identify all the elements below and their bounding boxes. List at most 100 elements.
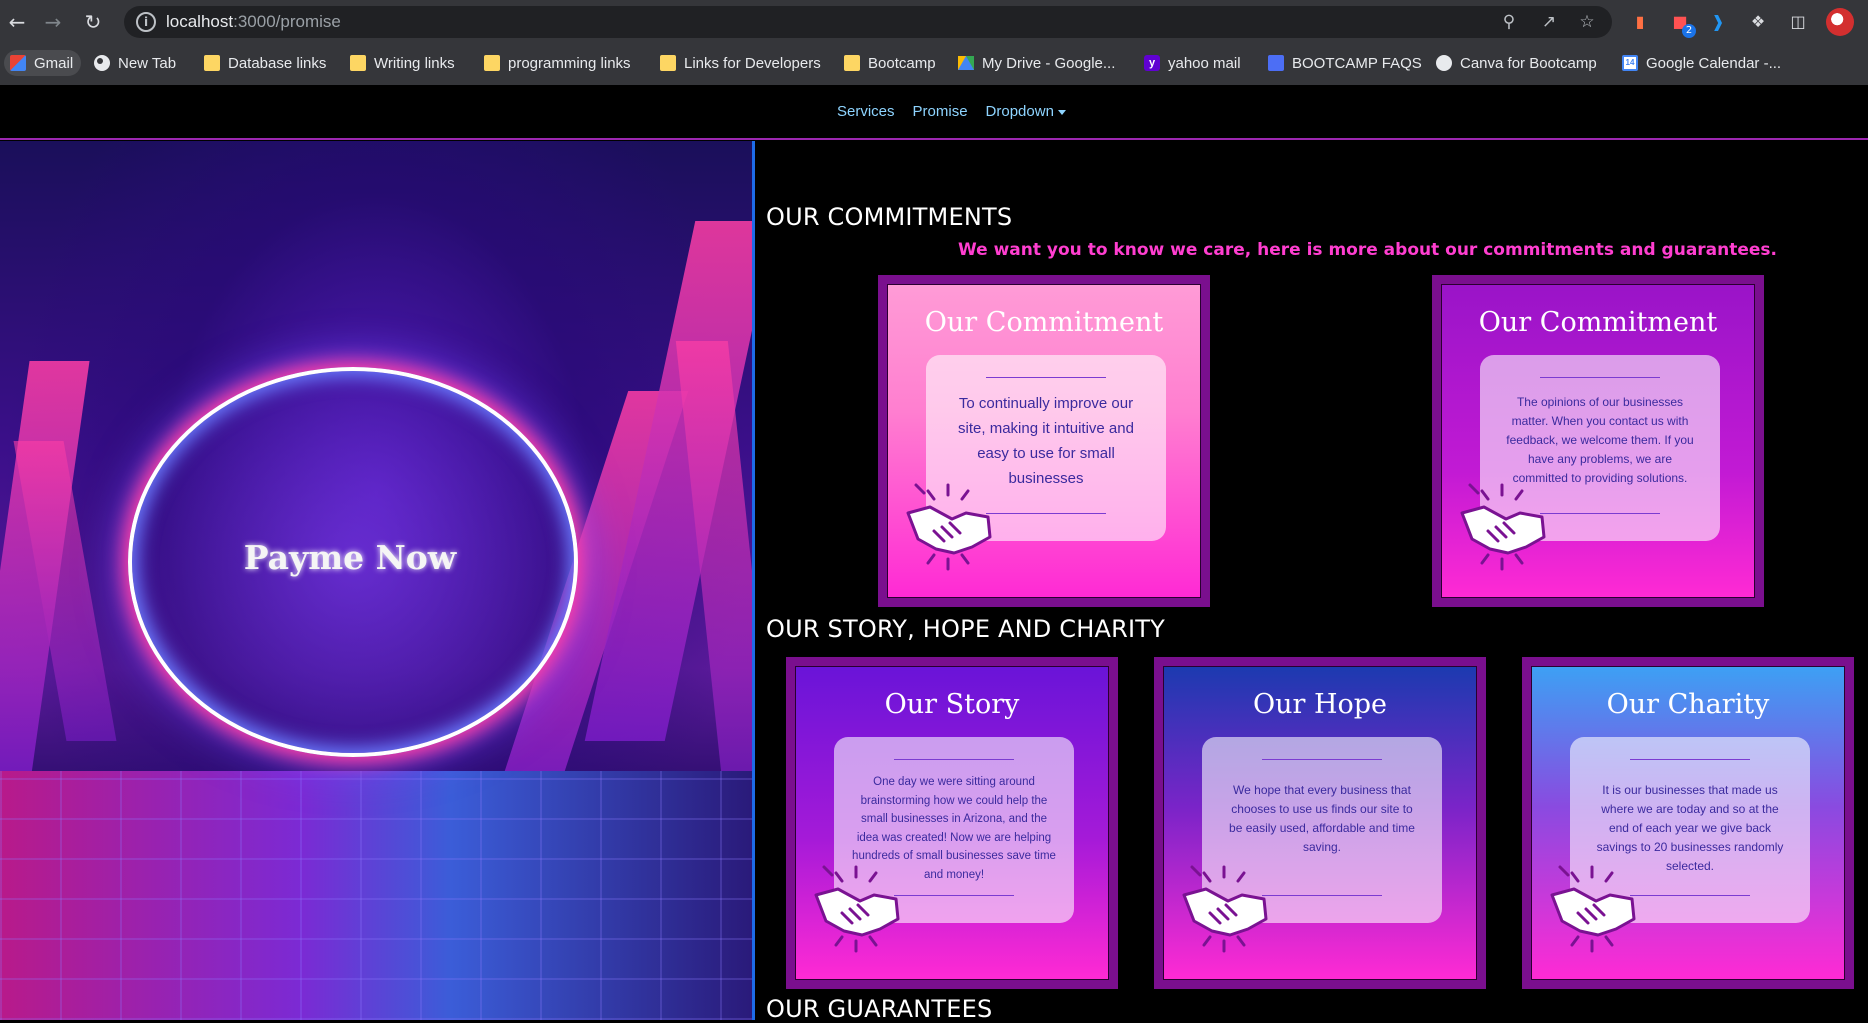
- hero-banner: Payme Now: [0, 141, 752, 1020]
- story-heading: OUR STORY, HOPE AND CHARITY: [766, 615, 1165, 643]
- divider-rule: [1540, 513, 1660, 514]
- bookmark-bootcamp-faqs[interactable]: BOOTCAMP FAQS: [1268, 50, 1422, 76]
- divider-rule: [1630, 895, 1750, 896]
- bookmark-label: Bootcamp: [868, 54, 936, 72]
- folder-icon: [484, 55, 500, 71]
- globe-icon: [1436, 55, 1452, 71]
- divider-rule: [1630, 759, 1750, 760]
- calendar-icon: 14: [1622, 55, 1638, 71]
- story-card: Our Story One day we were sitting around…: [786, 657, 1118, 989]
- charity-card: Our Charity It is our businesses that ma…: [1522, 657, 1854, 989]
- handshake-icon: [906, 483, 992, 571]
- commitments-tagline: We want you to know we care, here is mor…: [958, 240, 1778, 260]
- card-title: Our Commitment: [924, 307, 1164, 338]
- site-info-icon[interactable]: i: [136, 12, 156, 32]
- bookmark-label: Gmail: [34, 54, 74, 72]
- folder-icon: [204, 55, 220, 71]
- card-title: Our Charity: [1606, 689, 1770, 720]
- bookmark-label: programming links: [508, 54, 631, 72]
- forward-icon[interactable]: →: [40, 9, 66, 35]
- divider-rule: [894, 895, 1014, 896]
- bookmark-label: Links for Developers: [684, 54, 821, 72]
- bookmark-canva[interactable]: Canva for Bootcamp: [1436, 50, 1597, 76]
- extensions-puzzle-icon[interactable]: ❖: [1746, 10, 1770, 34]
- bookmark-links-for-developers[interactable]: Links for Developers: [660, 50, 821, 76]
- card-title: Our Story: [884, 689, 1020, 720]
- extension-badge-count: 2: [1682, 24, 1696, 38]
- card-text: To continually improve our site, making …: [958, 395, 1134, 487]
- folder-icon: [844, 55, 860, 71]
- commitments-heading: OUR COMMITMENTS: [766, 203, 1013, 231]
- hero-title: Payme Now: [243, 538, 457, 577]
- bookmark-gmail[interactable]: Gmail: [4, 50, 82, 76]
- profile-avatar[interactable]: [1826, 8, 1854, 36]
- card-body: Our Charity It is our businesses that ma…: [1531, 666, 1845, 980]
- bookmark-star-icon[interactable]: ☆: [1576, 11, 1598, 33]
- nav-dropdown-toggle[interactable]: Dropdown: [986, 103, 1066, 120]
- bookmark-label: New Tab: [118, 54, 177, 72]
- bookmark-database-links[interactable]: Database links: [204, 50, 326, 76]
- divider-rule: [986, 513, 1106, 514]
- bookmark-google-calendar[interactable]: 14 Google Calendar -...: [1622, 50, 1781, 76]
- guarantees-heading: OUR GUARANTEES: [766, 995, 993, 1023]
- nav-promise-link[interactable]: Promise: [913, 103, 968, 120]
- bookmark-new-tab[interactable]: New Tab: [94, 50, 176, 76]
- card-title: Our Hope: [1252, 689, 1388, 720]
- vscode-extension-icon[interactable]: ❱: [1706, 10, 1730, 34]
- card-text: The opinions of our businesses matter. W…: [1506, 395, 1694, 485]
- faq-icon: [1268, 55, 1284, 71]
- reload-icon[interactable]: ↻: [80, 9, 106, 35]
- extension-badge-icon[interactable]: ■ 2: [1668, 10, 1696, 38]
- address-bar-row: ← → ↻ i localhost:3000/promise ⚲ ↗ ☆ ▮ ■…: [0, 0, 1868, 44]
- nav-dropdown-label: Dropdown: [985, 103, 1054, 120]
- url-host: localhost: [166, 12, 234, 31]
- handshake-icon: [1182, 865, 1268, 953]
- bookmark-my-drive[interactable]: My Drive - Google...: [958, 50, 1115, 76]
- caret-down-icon: [1057, 109, 1066, 115]
- bookmark-label: Writing links: [374, 54, 455, 72]
- back-icon[interactable]: ←: [4, 9, 30, 35]
- divider-rule: [986, 377, 1106, 378]
- bookmark-yahoo-mail[interactable]: y yahoo mail: [1144, 50, 1241, 76]
- hope-card: Our Hope We hope that every business tha…: [1154, 657, 1486, 989]
- bookmark-bootcamp[interactable]: Bootcamp: [844, 50, 936, 76]
- folder-icon: [350, 55, 366, 71]
- handshake-icon: [814, 865, 900, 953]
- globe-icon: [94, 55, 110, 71]
- commitment-card: Our Commitment The opinions of our busin…: [1432, 275, 1764, 607]
- card-body: Our Hope We hope that every business tha…: [1163, 666, 1477, 980]
- bookmark-label: Database links: [228, 54, 327, 72]
- card-body: Our Commitment The opinions of our busin…: [1441, 284, 1755, 598]
- bookmark-writing-links[interactable]: Writing links: [350, 50, 455, 76]
- card-body: Our Story One day we were sitting around…: [795, 666, 1109, 980]
- divider-rule: [1540, 377, 1660, 378]
- bookmark-programming-links[interactable]: programming links: [484, 50, 631, 76]
- nav-services-link[interactable]: Services: [837, 103, 895, 120]
- divider-rule: [894, 759, 1014, 760]
- side-panel-icon[interactable]: ◫: [1786, 10, 1810, 34]
- vertical-divider: [752, 141, 755, 1020]
- divider-rule: [1262, 895, 1382, 896]
- extension-megaphone-icon[interactable]: ▮: [1628, 10, 1652, 34]
- nav-links: Services Promise Dropdown: [837, 103, 1066, 120]
- bookmark-label: My Drive - Google...: [982, 54, 1116, 72]
- bookmark-label: Canva for Bootcamp: [1460, 54, 1597, 72]
- grid-floor-decoration: [0, 771, 752, 1020]
- handshake-icon: [1550, 865, 1636, 953]
- card-text: We hope that every business that chooses…: [1229, 783, 1415, 854]
- bookmark-label: Google Calendar -...: [1646, 54, 1782, 72]
- gmail-icon: [10, 55, 26, 71]
- url-path: :3000/promise: [233, 12, 341, 31]
- browser-chrome: ← → ↻ i localhost:3000/promise ⚲ ↗ ☆ ▮ ■…: [0, 0, 1868, 85]
- bookmarks-bar: Gmail New Tab Database links Writing lin…: [0, 44, 1868, 82]
- address-bar[interactable]: i localhost:3000/promise ⚲ ↗ ☆: [124, 6, 1612, 38]
- yahoo-icon: y: [1144, 55, 1160, 71]
- site-navbar: Services Promise Dropdown: [0, 85, 1868, 140]
- url-text[interactable]: localhost:3000/promise: [166, 12, 341, 32]
- zoom-icon[interactable]: ⚲: [1498, 11, 1520, 33]
- commitment-card: Our Commitment To continually improve ou…: [878, 275, 1210, 607]
- bookmark-label: BOOTCAMP FAQS: [1292, 54, 1422, 72]
- divider-rule: [1262, 759, 1382, 760]
- bookmark-label: yahoo mail: [1168, 54, 1241, 72]
- share-icon[interactable]: ↗: [1538, 11, 1560, 33]
